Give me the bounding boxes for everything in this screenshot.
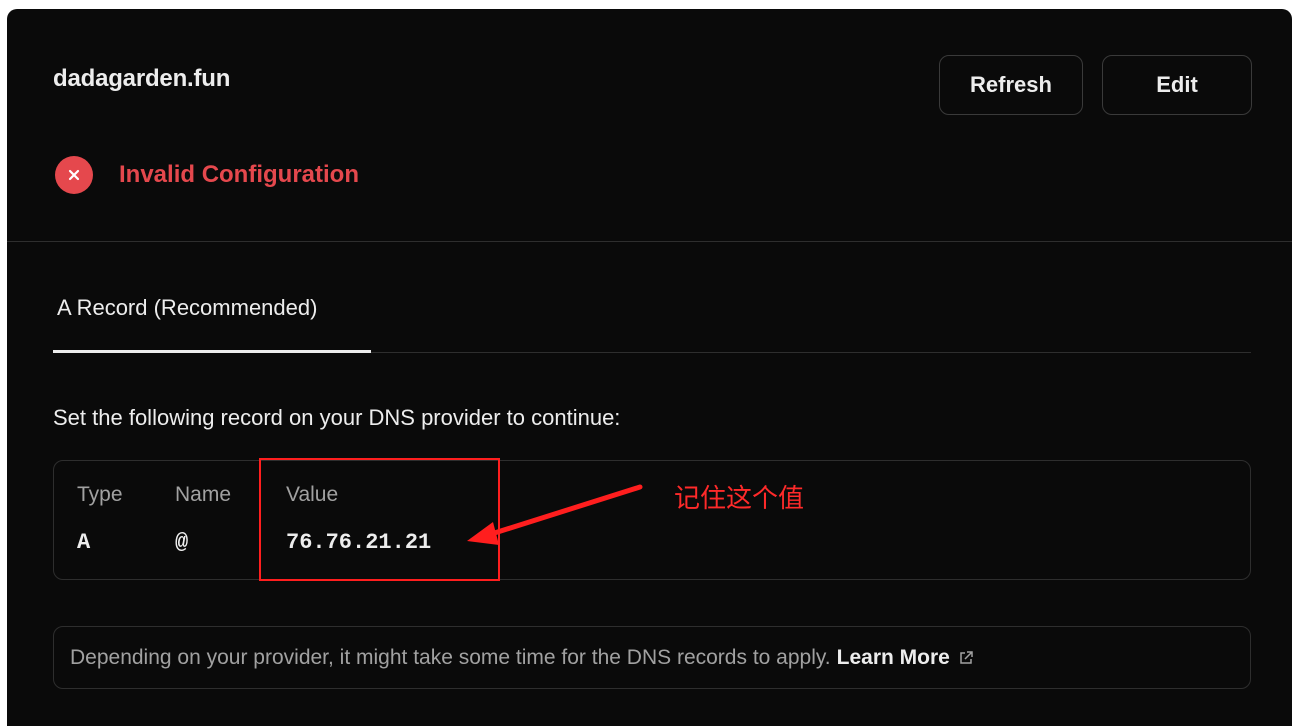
annotation-label: 记住这个值	[674, 484, 805, 514]
annotation-arrow	[467, 484, 643, 545]
note-text: Depending on your provider, it might tak…	[70, 645, 831, 669]
propagation-note: Depending on your provider, it might tak…	[53, 626, 1251, 689]
learn-more-label: Learn More	[836, 645, 950, 669]
learn-more-link[interactable]: Learn More	[837, 646, 974, 670]
external-link-icon	[958, 650, 974, 666]
domain-config-card: dadagarden.fun Refresh Edit Invalid Conf…	[7, 9, 1292, 726]
